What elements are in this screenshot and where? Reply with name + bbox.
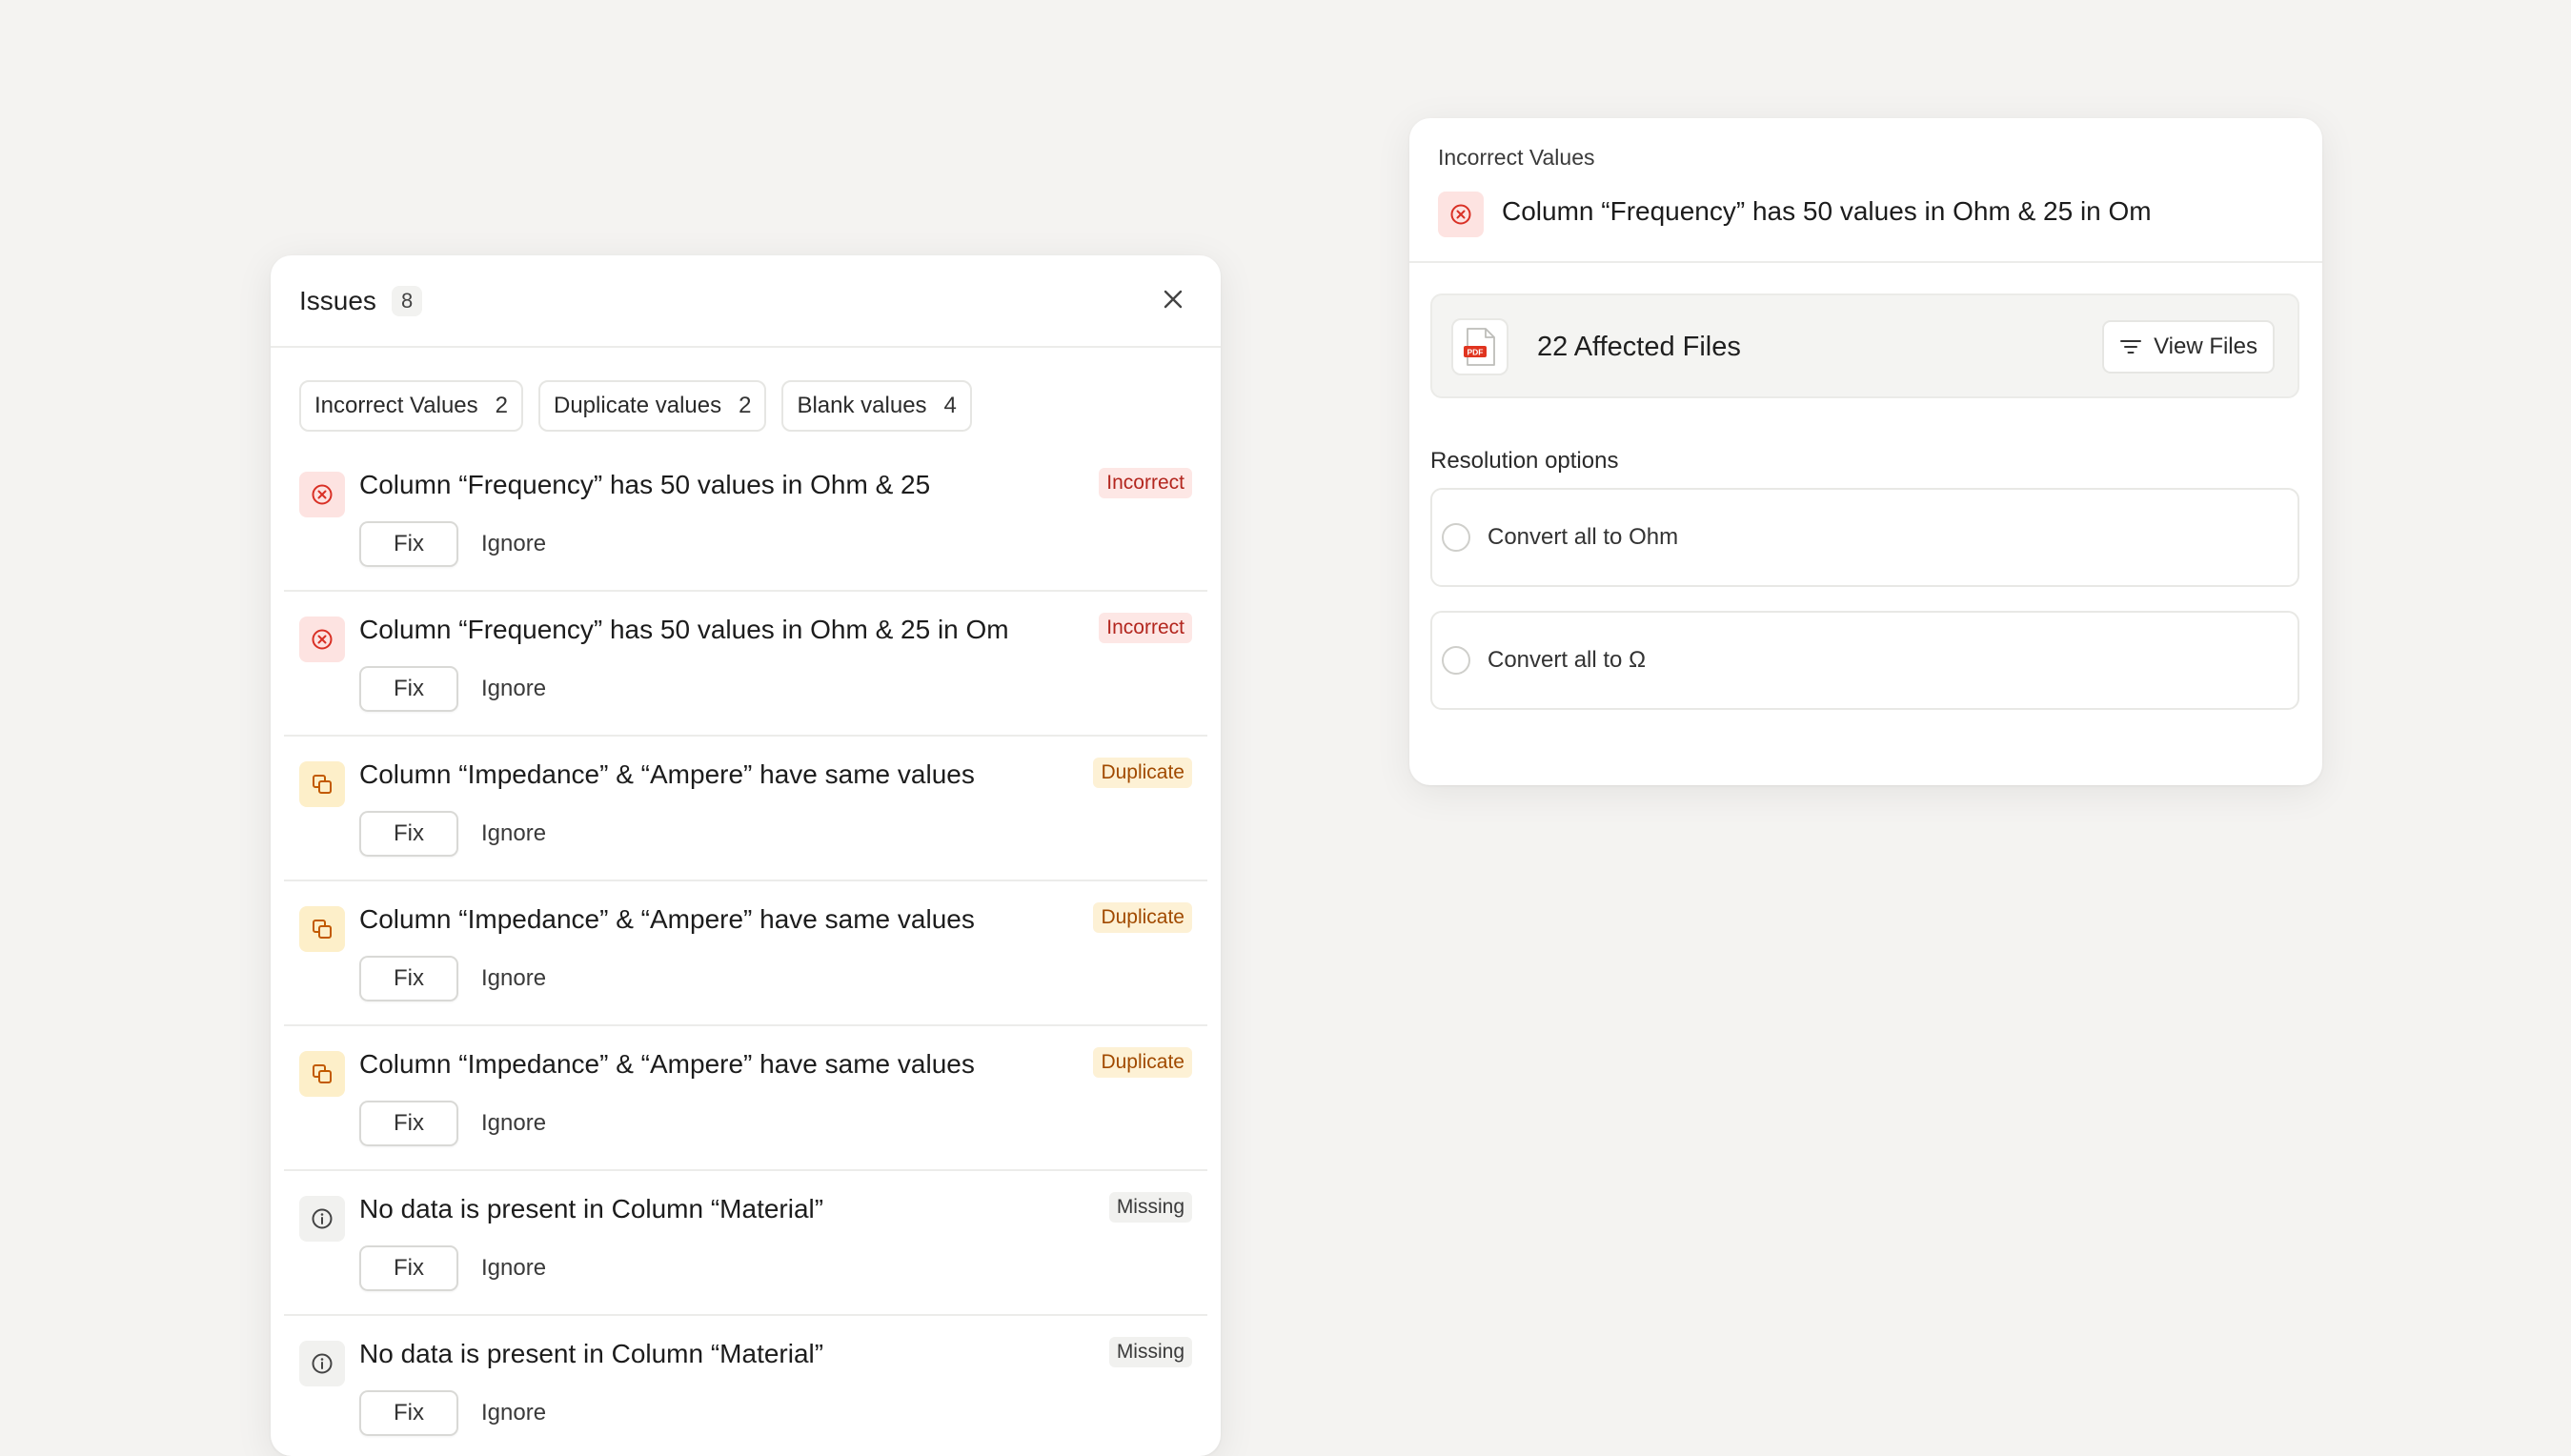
issue-actions: Fix Ignore xyxy=(359,521,546,567)
ignore-button[interactable]: Ignore xyxy=(481,1110,546,1137)
view-files-button[interactable]: View Files xyxy=(2102,320,2275,374)
info-icon xyxy=(299,1341,345,1386)
issue-row: Column “Impedance” & “Ampere” have same … xyxy=(284,737,1207,881)
issues-count-badge: 8 xyxy=(391,285,423,316)
issue-row: Column “Impedance” & “Ampere” have same … xyxy=(284,881,1207,1026)
fix-button[interactable]: Fix xyxy=(359,666,458,712)
ignore-button[interactable]: Ignore xyxy=(481,965,546,992)
copy-icon xyxy=(299,906,345,952)
issue-row: Column “Frequency” has 50 values in Ohm … xyxy=(284,447,1207,592)
filter-duplicate-values[interactable]: Duplicate values 2 xyxy=(538,380,767,432)
pdf-file-icon: PDF xyxy=(1451,318,1508,375)
ignore-button[interactable]: Ignore xyxy=(481,1400,546,1426)
issue-description: Column “Impedance” & “Ampere” have same … xyxy=(359,759,975,789)
pdf-icon-text: PDF xyxy=(1468,348,1484,357)
ignore-button[interactable]: Ignore xyxy=(481,531,546,557)
issues-panel: Issues 8 Incorrect Values 2 Duplicate va… xyxy=(271,255,1221,1456)
resolution-option-label: Convert all to Ohm xyxy=(1488,524,1679,550)
issue-type-badge: Incorrect xyxy=(1099,613,1192,643)
resolution-option-label: Convert all to Ω xyxy=(1488,647,1647,673)
issue-type-badge: Incorrect xyxy=(1099,468,1192,498)
issue-description: No data is present in Column “Material” xyxy=(359,1339,824,1368)
fix-button[interactable]: Fix xyxy=(359,521,458,567)
copy-icon xyxy=(299,761,345,807)
filter-label: Blank values xyxy=(797,393,927,418)
detail-title: Column “Frequency” has 50 values in Ohm … xyxy=(1502,196,2152,226)
fix-button[interactable]: Fix xyxy=(359,956,458,1001)
copy-icon xyxy=(299,1051,345,1097)
ignore-button[interactable]: Ignore xyxy=(481,676,546,702)
issue-list: Column “Frequency” has 50 values in Ohm … xyxy=(271,447,1221,1456)
issue-description: Column “Frequency” has 50 values in Ohm … xyxy=(359,615,1009,644)
x-circle-icon xyxy=(1438,192,1484,237)
issue-type-badge: Duplicate xyxy=(1093,902,1192,933)
issue-actions: Fix Ignore xyxy=(359,811,546,857)
fix-button[interactable]: Fix xyxy=(359,1390,458,1436)
issue-row: No data is present in Column “Material” M… xyxy=(284,1316,1207,1456)
issue-row: Column “Frequency” has 50 values in Ohm … xyxy=(284,592,1207,737)
issue-actions: Fix Ignore xyxy=(359,1101,546,1146)
issue-actions: Fix Ignore xyxy=(359,1245,546,1291)
issue-description: No data is present in Column “Material” xyxy=(359,1194,824,1223)
view-files-label: View Files xyxy=(2154,334,2257,359)
resolution-options-title: Resolution options xyxy=(1430,448,1619,474)
fix-button[interactable]: Fix xyxy=(359,1245,458,1291)
filter-count: 4 xyxy=(943,393,957,418)
x-circle-icon xyxy=(299,617,345,662)
issue-actions: Fix Ignore xyxy=(359,666,546,712)
issues-title: Issues xyxy=(299,285,376,315)
ignore-button[interactable]: Ignore xyxy=(481,820,546,847)
filter-label: Duplicate values xyxy=(554,393,722,418)
issue-detail-panel: Incorrect Values Column “Frequency” has … xyxy=(1409,118,2322,785)
issue-description: Column “Frequency” has 50 values in Ohm … xyxy=(359,470,931,499)
ignore-button[interactable]: Ignore xyxy=(481,1255,546,1282)
issue-type-badge: Missing xyxy=(1108,1337,1192,1367)
close-button[interactable] xyxy=(1154,280,1192,318)
filter-incorrect-values[interactable]: Incorrect Values 2 xyxy=(299,380,523,432)
issue-actions: Fix Ignore xyxy=(359,956,546,1001)
issue-type-badge: Duplicate xyxy=(1093,758,1192,788)
filter-lines-icon xyxy=(2120,340,2142,354)
affected-files-label: 22 Affected Files xyxy=(1537,332,1741,362)
resolution-option-convert-omega[interactable]: Convert all to Ω xyxy=(1430,611,2299,710)
issue-actions: Fix Ignore xyxy=(359,1390,546,1436)
fix-button[interactable]: Fix xyxy=(359,1101,458,1146)
issue-row: No data is present in Column “Material” M… xyxy=(284,1171,1207,1316)
close-icon xyxy=(1164,290,1183,309)
x-circle-icon xyxy=(299,472,345,517)
fix-button[interactable]: Fix xyxy=(359,811,458,857)
filter-label: Incorrect Values xyxy=(314,393,478,418)
filter-row: Incorrect Values 2 Duplicate values 2 Bl… xyxy=(271,380,1221,432)
detail-header: Incorrect Values Column “Frequency” has … xyxy=(1409,118,2322,263)
issue-description: Column “Impedance” & “Ampere” have same … xyxy=(359,904,975,934)
filter-count: 2 xyxy=(495,393,508,418)
info-icon xyxy=(299,1196,345,1242)
issue-type-badge: Duplicate xyxy=(1093,1047,1192,1078)
issues-header: Issues 8 xyxy=(271,255,1221,348)
detail-category: Incorrect Values xyxy=(1438,145,1595,170)
affected-files-card: PDF 22 Affected Files View Files xyxy=(1430,293,2299,398)
filter-blank-values[interactable]: Blank values 4 xyxy=(781,380,972,432)
radio-button[interactable] xyxy=(1442,646,1470,675)
issue-row: Column “Impedance” & “Ampere” have same … xyxy=(284,1026,1207,1171)
issue-type-badge: Missing xyxy=(1108,1192,1192,1223)
issue-description: Column “Impedance” & “Ampere” have same … xyxy=(359,1049,975,1079)
radio-button[interactable] xyxy=(1442,523,1470,552)
filter-count: 2 xyxy=(739,393,752,418)
resolution-option-convert-ohm[interactable]: Convert all to Ohm xyxy=(1430,488,2299,587)
